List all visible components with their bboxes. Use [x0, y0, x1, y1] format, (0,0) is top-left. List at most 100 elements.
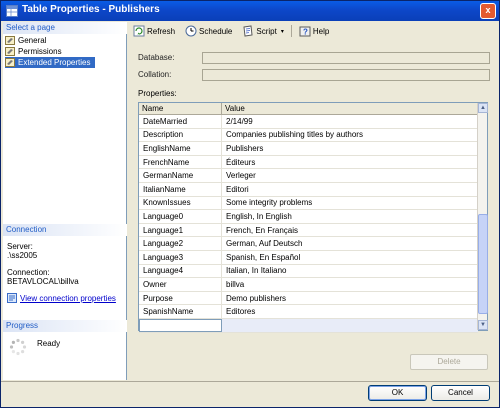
table-properties-window: Table Properties - Publishers x Select a…: [0, 0, 500, 408]
property-value[interactable]: Some integrity problems: [222, 197, 478, 210]
property-name[interactable]: FrenchName: [139, 155, 222, 169]
script-button[interactable]: Script ▾: [239, 24, 286, 38]
scroll-up-icon[interactable]: ▲: [478, 103, 488, 113]
table-row[interactable]: ItalianName Editori: [139, 182, 478, 197]
window-title: Table Properties - Publishers: [22, 4, 160, 15]
page-item-permissions[interactable]: Permissions: [5, 46, 66, 57]
page-item-general[interactable]: General: [5, 35, 50, 46]
progress-spinner-icon: [9, 338, 27, 356]
property-value[interactable]: Italian, In Italiano: [222, 265, 478, 278]
toolbar-separator: [290, 25, 292, 37]
clock-icon: [185, 25, 197, 37]
wrench-page-icon: [5, 36, 15, 45]
properties-icon: [7, 293, 17, 303]
property-name[interactable]: Language0: [139, 210, 222, 223]
property-value[interactable]: Verleger: [222, 169, 478, 182]
property-value[interactable]: billva: [222, 278, 478, 291]
view-connection-link-text[interactable]: View connection properties: [20, 294, 116, 303]
table-row[interactable]: DateMarried 2/14/99: [139, 115, 478, 129]
property-value[interactable]: English, In English: [222, 210, 478, 223]
help-button[interactable]: ? Help: [296, 24, 332, 38]
property-value[interactable]: 2/14/99: [222, 115, 478, 128]
property-name[interactable]: Description: [139, 128, 222, 142]
table-row[interactable]: Description Companies publishing titles b…: [139, 128, 478, 143]
property-name[interactable]: Language1: [139, 223, 222, 237]
progress-status: Ready: [37, 339, 61, 348]
property-name[interactable]: SpanishName: [139, 305, 222, 318]
schedule-label: Schedule: [199, 26, 233, 36]
property-value[interactable]: German, Auf Deutsch: [222, 237, 478, 250]
scroll-thumb[interactable]: [478, 214, 488, 314]
server-value: .\ss2005: [7, 251, 38, 260]
property-name[interactable]: Purpose: [139, 291, 222, 305]
script-icon: [243, 25, 253, 37]
connection-label: Connection:: [7, 268, 50, 277]
property-value[interactable]: Éditeurs: [222, 156, 478, 169]
property-name[interactable]: EnglishName: [139, 142, 222, 155]
script-dropdown-icon[interactable]: ▾: [281, 28, 284, 35]
property-value[interactable]: French, En Français: [222, 224, 478, 237]
collation-field: [202, 69, 490, 81]
help-icon: ?: [299, 26, 311, 37]
close-button[interactable]: x: [480, 3, 496, 19]
page-label: Permissions: [18, 47, 62, 56]
vertical-scrollbar[interactable]: ▲ ▼: [477, 103, 488, 330]
property-name[interactable]: GermanName: [139, 169, 222, 182]
column-header-name[interactable]: Name: [139, 103, 222, 115]
new-property-value-input[interactable]: [222, 318, 478, 332]
property-value[interactable]: Spanish, En Español: [222, 251, 478, 264]
new-property-name-input[interactable]: [139, 318, 222, 332]
script-label: Script: [256, 26, 277, 36]
property-value[interactable]: Editores: [222, 305, 478, 318]
table-row[interactable]: Language4 Italian, In Italiano: [139, 264, 478, 279]
table-row[interactable]: Language0 English, In English: [139, 210, 478, 224]
table-row[interactable]: Language1 French, En Français: [139, 223, 478, 238]
connection-header: Connection: [3, 224, 127, 236]
refresh-label: Refresh: [147, 26, 176, 36]
table-row[interactable]: Language3 Spanish, En Español: [139, 250, 478, 265]
cancel-button[interactable]: Cancel: [431, 385, 490, 401]
refresh-button[interactable]: Refresh: [130, 24, 178, 38]
property-name[interactable]: Language2: [139, 237, 222, 250]
table-row[interactable]: SpanishName Editores: [139, 305, 478, 319]
page-item-extended-properties[interactable]: Extended Properties: [5, 57, 95, 68]
view-connection-link[interactable]: View connection properties: [7, 293, 116, 303]
properties-grid[interactable]: Name Value DateMarried 2/14/99 Descriptio…: [138, 102, 488, 333]
grid-header: Name Value: [139, 103, 478, 115]
property-name[interactable]: Owner: [139, 278, 222, 291]
table-row[interactable]: FrenchName Éditeurs: [139, 155, 478, 170]
connection-value: BETAVLOCAL\billva: [7, 277, 79, 286]
property-value[interactable]: Demo publishers: [222, 292, 478, 305]
properties-label: Properties:: [138, 89, 177, 98]
column-header-value[interactable]: Value: [222, 103, 478, 115]
table-row[interactable]: Purpose Demo publishers: [139, 291, 478, 306]
table-row[interactable]: Language2 German, Auf Deutsch: [139, 237, 478, 251]
scroll-down-icon[interactable]: ▼: [478, 320, 488, 330]
property-name[interactable]: KnownIssues: [139, 196, 222, 210]
table-row[interactable]: KnownIssues Some integrity problems: [139, 196, 478, 211]
property-value[interactable]: Editori: [222, 183, 478, 196]
new-row[interactable]: [139, 318, 478, 333]
property-name[interactable]: ItalianName: [139, 182, 222, 196]
wrench-page-icon: [5, 58, 15, 67]
schedule-button[interactable]: Schedule: [182, 24, 235, 38]
delete-button[interactable]: Delete: [410, 354, 488, 370]
table-row[interactable]: GermanName Verleger: [139, 169, 478, 183]
grid-rows: DateMarried 2/14/99 Description Companies …: [139, 115, 478, 333]
property-value[interactable]: Publishers: [222, 142, 478, 155]
progress-header: Progress: [3, 320, 127, 332]
bottom-separator: [1, 381, 499, 382]
table-row[interactable]: EnglishName Publishers: [139, 142, 478, 156]
database-field: [202, 52, 490, 64]
property-name[interactable]: Language3: [139, 250, 222, 264]
property-name[interactable]: DateMarried: [139, 115, 222, 128]
title-bar[interactable]: Table Properties - Publishers x: [1, 1, 499, 21]
svg-text:?: ?: [303, 28, 308, 37]
property-value[interactable]: Companies publishing titles by authors: [222, 129, 478, 142]
right-panel: Refresh Schedule Script ▾ ? Help Databas…: [128, 22, 497, 380]
collation-label: Collation:: [138, 70, 172, 79]
ok-button[interactable]: OK: [368, 385, 427, 401]
property-name[interactable]: Language4: [139, 264, 222, 278]
table-row[interactable]: Owner billva: [139, 278, 478, 292]
table-icon: [6, 5, 18, 17]
